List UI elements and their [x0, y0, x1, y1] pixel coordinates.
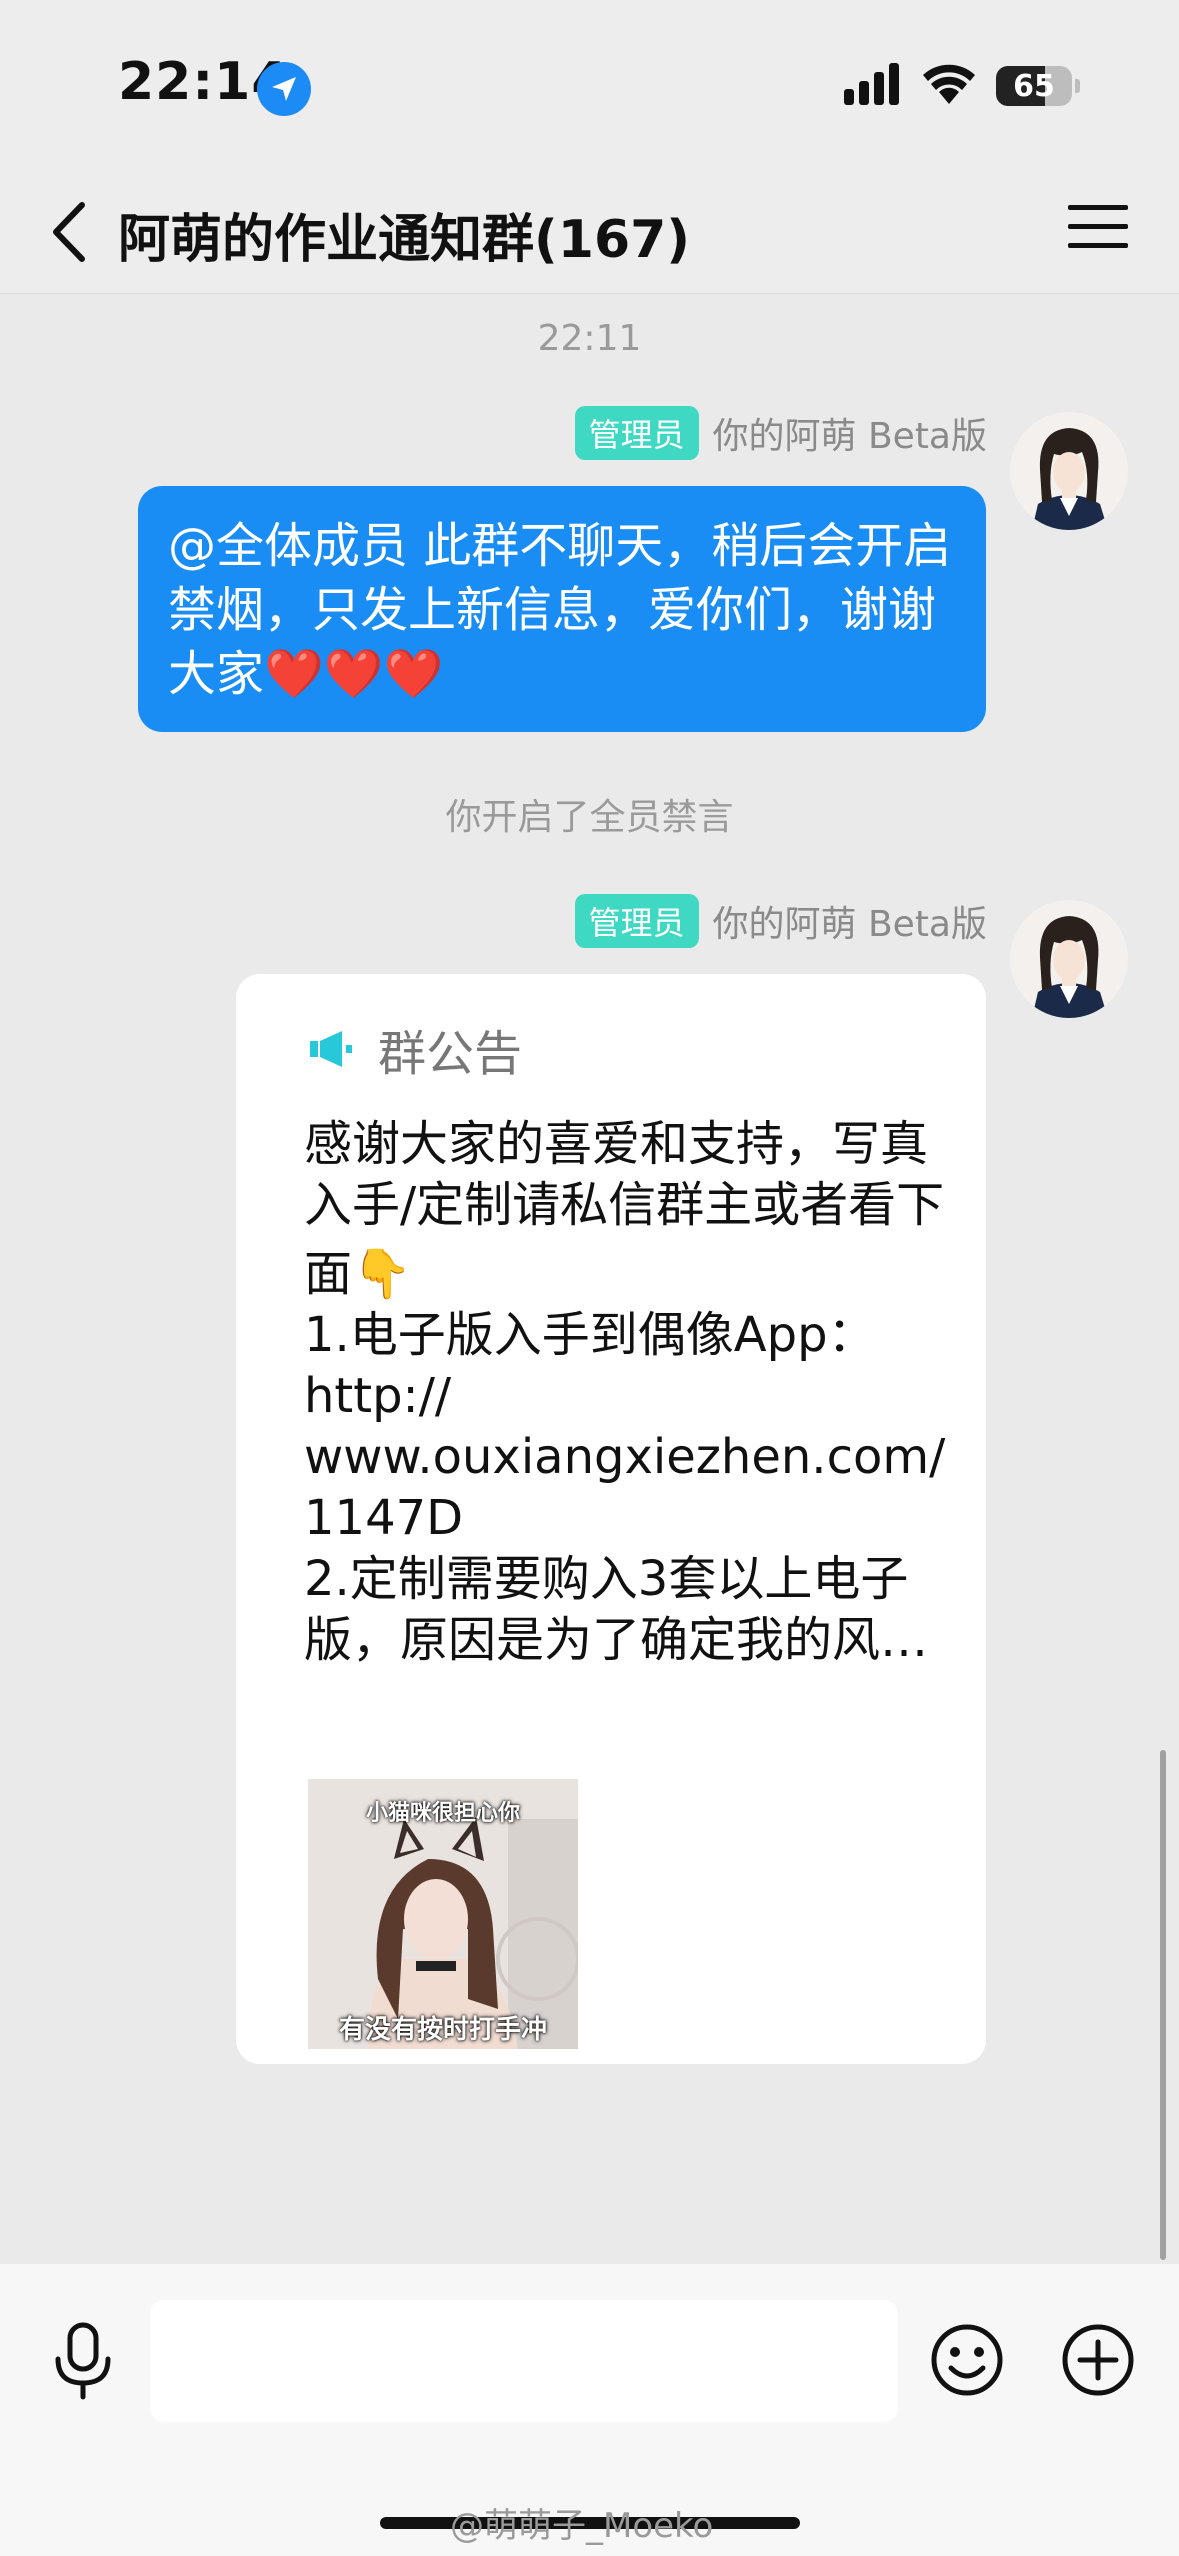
nav-bar: 阿萌的作业通知群(167) — [0, 175, 1179, 294]
avatar[interactable] — [1010, 412, 1128, 530]
chat-title: 阿萌的作业通知群(167) — [118, 210, 691, 270]
announcement-link[interactable]: 1147D — [304, 1488, 954, 1549]
cellular-signal-icon — [844, 63, 899, 105]
input-bar: @萌萌子_Moeko — [0, 2264, 1179, 2556]
announcement-line: 感谢大家的喜爱和支持，写真 — [304, 1116, 929, 1172]
system-notice: 你开启了全员禁言 — [445, 797, 734, 838]
announcement-link[interactable]: www.ouxiangxiezhen.com/ — [304, 1427, 954, 1488]
avatar[interactable] — [1010, 900, 1128, 1018]
location-arrow-icon — [257, 62, 311, 116]
announcement-link[interactable]: http:// — [304, 1366, 954, 1427]
megaphone-icon — [310, 1031, 352, 1067]
microphone-icon[interactable] — [48, 2321, 118, 2401]
announcement-line: 版，原因是为了确定我的风… — [304, 1612, 929, 1668]
announcement-title: 群公告 — [378, 1026, 523, 1082]
watermark: @萌萌子_Moeko — [450, 2506, 714, 2546]
announcement-line: 1.电子版入手到偶像App： — [304, 1307, 876, 1363]
announcement-image[interactable]: 小猫咪很担心你 有没有按时打手冲 — [308, 1779, 578, 2049]
wifi-icon — [923, 64, 975, 104]
sender-row: 管理员 你的阿萌 Beta版 — [574, 406, 987, 460]
battery-cap — [1075, 79, 1080, 93]
message-input[interactable] — [150, 2300, 898, 2422]
image-caption: 小猫咪很担心你 — [365, 1801, 520, 1826]
image-caption: 有没有按时打手冲 — [338, 2015, 547, 2045]
announcement-line: 入手/定制请私信群主或者看下 — [304, 1177, 945, 1233]
sender-name[interactable]: 你的阿萌 Beta版 — [713, 407, 987, 459]
emoji-icon[interactable] — [927, 2320, 1007, 2400]
scrollbar[interactable] — [1160, 1750, 1166, 2260]
admin-badge: 管理员 — [574, 406, 699, 460]
message-bubble[interactable]: @全体成员 此群不聊天，稍后会开启禁烟，只发上新信息，爱你们，谢谢大家❤️❤️❤… — [138, 486, 986, 732]
timestamp: 22:11 — [537, 318, 642, 359]
status-bar: 22:14 65 — [0, 0, 1179, 175]
announcement-header: 群公告 — [308, 1014, 522, 1084]
back-icon[interactable] — [42, 197, 102, 267]
admin-badge: 管理员 — [574, 894, 699, 948]
announcement-text: 感谢大家的喜爱和支持，写真 入手/定制请私信群主或者看下 面👇 1.电子版入手到… — [304, 1114, 954, 1671]
menu-icon[interactable] — [1068, 205, 1128, 265]
group-announcement-card[interactable]: 群公告 感谢大家的喜爱和支持，写真 入手/定制请私信群主或者看下 面👇 1.电子… — [236, 974, 986, 2064]
battery-percent: 65 — [1013, 69, 1055, 104]
announcement-line: 2.定制需要购入3套以上电子 — [304, 1551, 909, 1607]
chat-area[interactable]: 22:11 管理员 你的阿萌 Beta版 @全体成员 此群不聊天，稍后会开启禁烟… — [0, 294, 1179, 2264]
battery-icon: 65 — [996, 66, 1072, 106]
plus-icon[interactable] — [1058, 2320, 1138, 2400]
sender-name[interactable]: 你的阿萌 Beta版 — [713, 895, 987, 947]
sender-row: 管理员 你的阿萌 Beta版 — [574, 894, 987, 948]
announcement-line: 面👇 — [304, 1246, 412, 1302]
heart-emoji: ❤️❤️❤️ — [264, 646, 444, 702]
